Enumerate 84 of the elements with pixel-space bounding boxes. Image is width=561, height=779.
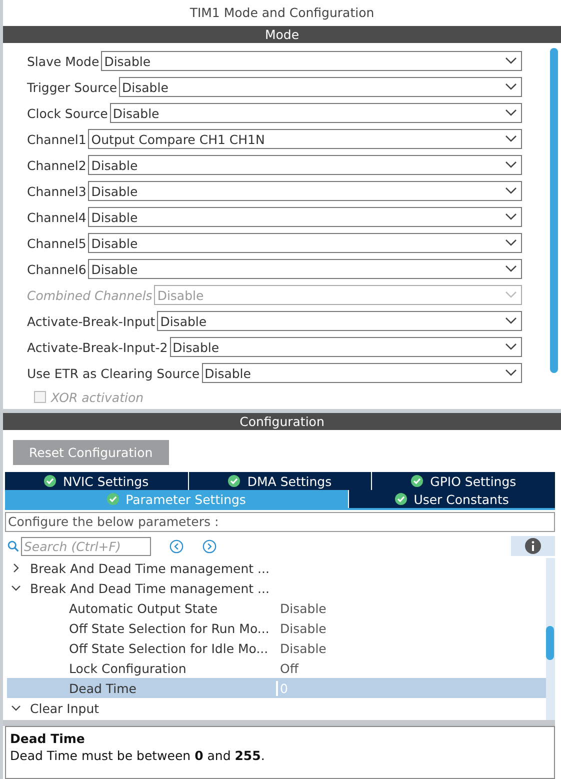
tree-group[interactable]: Break And Dead Time management ...: [30, 560, 270, 576]
dropdown[interactable]: Disable: [157, 311, 522, 331]
field-label: Channel6: [27, 262, 86, 276]
chevron-down-icon: [505, 213, 517, 221]
field-label: Activate-Break-Input-2: [27, 340, 168, 354]
chevron-down-icon: [505, 317, 517, 325]
chevron-down-icon[interactable]: [11, 583, 21, 593]
tab[interactable]: GPIO Settings: [372, 472, 556, 490]
tree-group[interactable]: Clear Input: [30, 700, 100, 716]
parameter-row[interactable]: Dead Time 0: [7, 678, 546, 698]
parameter-value: Disable: [279, 600, 326, 616]
parameter-name: Lock Configuration: [68, 660, 188, 676]
chevron-down-icon[interactable]: [11, 703, 21, 713]
dropdown[interactable]: Disable: [88, 155, 522, 175]
description-text: Dead Time must be between 0 and 255.: [10, 748, 266, 763]
chevron-down-icon: [505, 109, 517, 117]
parameter-name: Automatic Output State: [68, 600, 219, 616]
tab[interactable]: User Constants: [348, 490, 555, 508]
field-label: Activate-Break-Input: [27, 314, 156, 328]
check-circle-icon: [411, 475, 424, 487]
chevron-down-icon: [505, 265, 517, 273]
dropdown[interactable]: Disable: [88, 233, 522, 253]
search-field[interactable]: Search (Ctrl+F): [21, 536, 151, 556]
dropdown[interactable]: Disable: [170, 337, 522, 357]
window-title: TIM1 Mode and Configuration: [188, 4, 376, 22]
chevron-down-icon: [505, 135, 517, 143]
check-circle-icon: [228, 475, 240, 487]
parameter-value: Off: [279, 660, 298, 676]
chevron-down-icon: [505, 161, 517, 169]
checkbox-label: XOR activation: [51, 390, 144, 404]
chevron-down-icon: [505, 343, 517, 351]
next-icon[interactable]: [202, 538, 217, 554]
field-label: Combined Channels: [27, 288, 152, 302]
field-label: Channel4: [27, 210, 86, 224]
chevron-down-icon: [505, 187, 517, 195]
dropdown: Disable: [154, 285, 522, 305]
chevron-down-icon: [505, 369, 517, 377]
description-title: Dead Time: [10, 731, 86, 746]
parameter-value: Disable: [279, 620, 326, 636]
scrollbar-thumb[interactable]: [550, 48, 558, 373]
dropdown[interactable]: Disable: [110, 103, 522, 123]
dropdown[interactable]: Output Compare CH1 CH1N: [88, 129, 522, 149]
search-icon[interactable]: [7, 540, 19, 552]
mode-header: Mode: [3, 26, 561, 43]
field-label: Clock Source: [27, 106, 108, 120]
tab[interactable]: NVIC Settings: [5, 472, 188, 490]
dropdown[interactable]: Disable: [88, 259, 522, 279]
field-label: Trigger Source: [27, 80, 118, 94]
check-circle-icon: [44, 475, 56, 487]
parameter-name: Off State Selection for Idle Mo...: [68, 640, 270, 656]
chevron-right-icon[interactable]: [11, 563, 21, 573]
field-label: Channel5: [27, 236, 86, 250]
parameter-row[interactable]: Automatic Output State Disable: [7, 598, 546, 618]
chevron-down-icon: [505, 291, 517, 299]
tab[interactable]: DMA Settings: [188, 472, 372, 490]
chevron-down-icon: [505, 83, 517, 91]
dropdown[interactable]: Disable: [202, 363, 522, 383]
parameter-row[interactable]: Off State Selection for Run Mo... Disable: [7, 618, 546, 638]
check-circle-icon: [106, 493, 119, 505]
configuration-header: Configuration: [3, 413, 561, 430]
parameter-name: Dead Time: [7, 680, 278, 696]
parameter-value: 0: [279, 680, 288, 696]
dropdown[interactable]: Disable: [101, 51, 522, 71]
parameter-row[interactable]: Off State Selection for Idle Mo... Disable: [7, 638, 546, 658]
check-circle-icon: [394, 493, 407, 505]
chevron-down-icon: [505, 239, 517, 247]
tree-group[interactable]: Break And Dead Time management ...: [30, 580, 270, 596]
scrollbar-thumb[interactable]: [546, 626, 554, 660]
field-label: Channel3: [27, 184, 86, 198]
parameter-name: Off State Selection for Run Mo...: [68, 620, 270, 636]
dropdown[interactable]: Disable: [119, 77, 522, 97]
field-label: Channel1: [27, 132, 86, 146]
parameter-row[interactable]: Lock Configuration Off: [7, 658, 546, 678]
previous-icon[interactable]: [169, 538, 184, 554]
hint-text: Configure the below parameters :: [5, 512, 555, 532]
field-label: Channel2: [27, 158, 86, 172]
chevron-down-icon: [505, 57, 517, 65]
field-label: Slave Mode: [27, 54, 100, 68]
dropdown[interactable]: Disable: [88, 207, 522, 227]
parameter-value: Disable: [279, 640, 326, 656]
field-label: Use ETR as Clearing Source: [27, 366, 200, 380]
dropdown[interactable]: Disable: [88, 181, 522, 201]
info-button[interactable]: [511, 536, 555, 556]
info-icon: [525, 538, 541, 554]
